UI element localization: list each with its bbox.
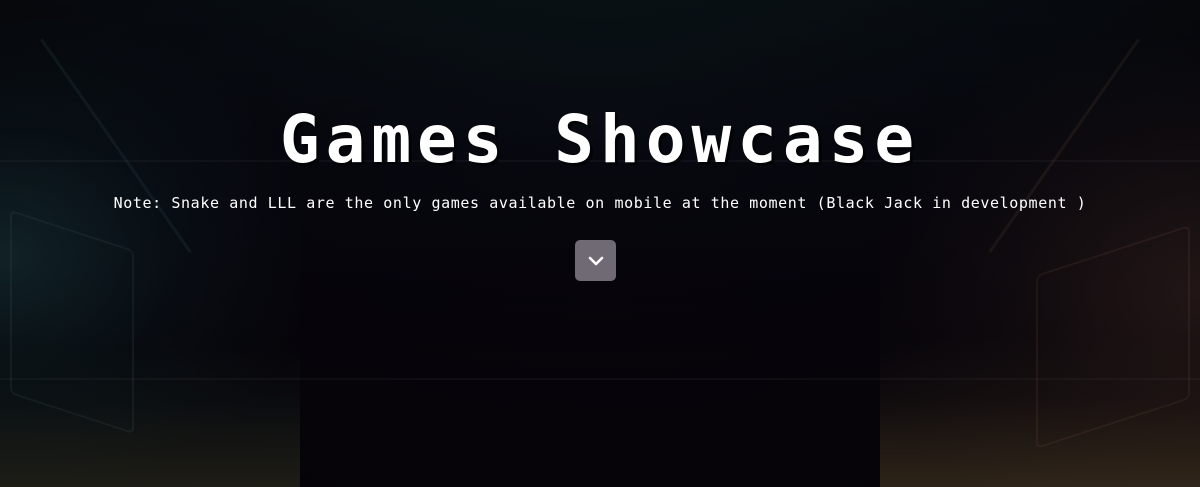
hero-section: Games Showcase Note: Snake and LLL are t…	[0, 0, 1200, 487]
background-beam	[0, 378, 1200, 380]
chevron-down-icon	[587, 255, 605, 267]
scroll-down-button[interactable]	[575, 240, 616, 281]
mobile-note: Note: Snake and LLL are the only games a…	[113, 194, 1087, 212]
page-title: Games Showcase	[279, 101, 921, 178]
